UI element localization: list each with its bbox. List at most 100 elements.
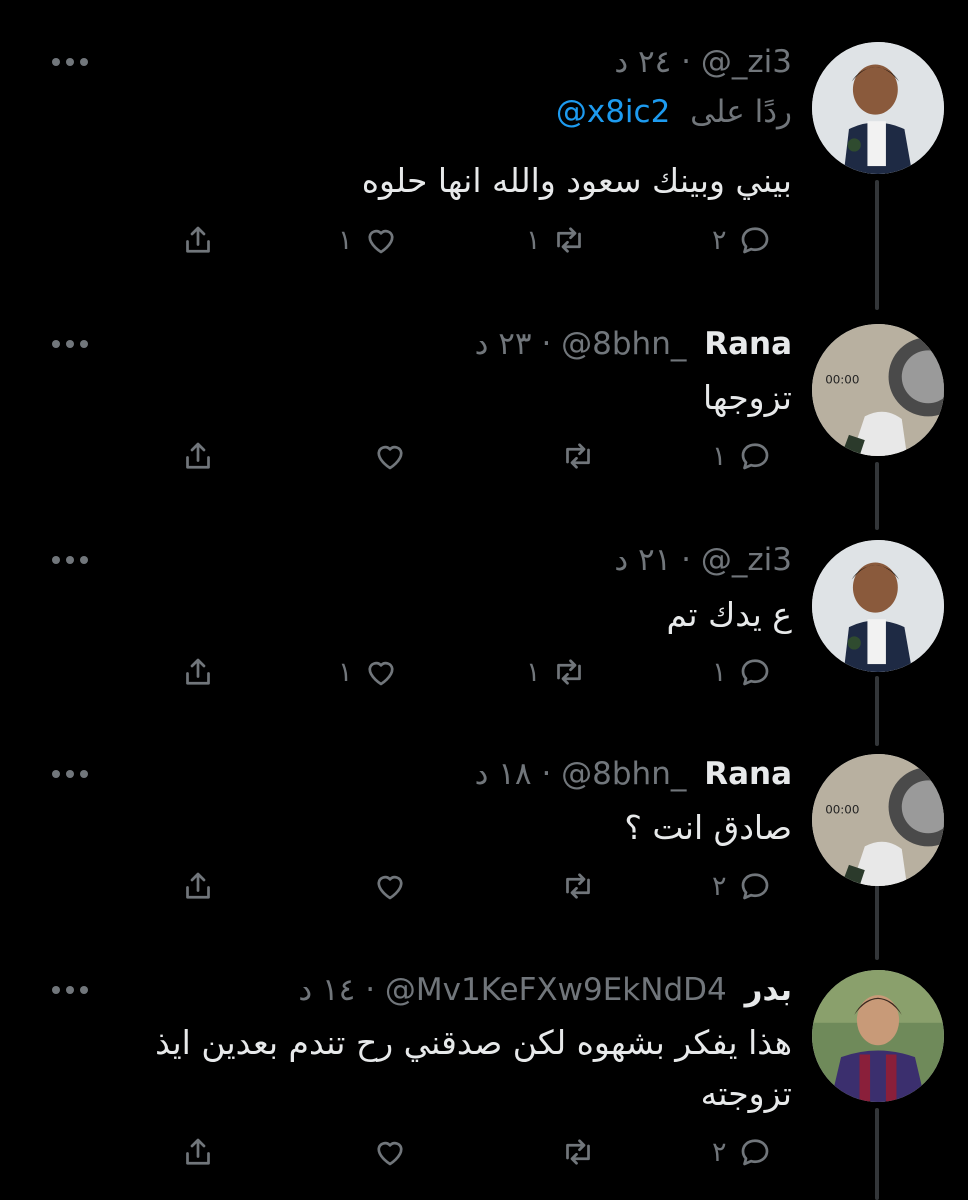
reply-icon: [741, 873, 768, 900]
timestamp[interactable]: ٢٤ د: [614, 44, 671, 80]
tweet[interactable]: @_zi3 · ٢١ د ع يدك تم ١ ١ ١: [0, 530, 968, 746]
reply-icon: [741, 1139, 768, 1166]
user-handle[interactable]: @8bhn_: [561, 326, 686, 362]
reply-count: ٢: [712, 870, 727, 902]
tweet-actions: ١ ١ ١: [0, 650, 968, 694]
share-icon: [186, 658, 210, 685]
reply-count: ١: [712, 440, 727, 472]
user-name[interactable]: Rana: [704, 326, 792, 362]
tweet[interactable]: 00:00 Rana @8bhn_ · ١٨ د صادق انت ؟ ٢: [0, 746, 968, 960]
retweet-icon: [566, 873, 590, 899]
tweet-header: Rana @8bhn_ · ١٨ د: [475, 752, 792, 796]
reply-count: ٢: [712, 224, 727, 256]
tweet[interactable]: 00:00 Rana @8bhn_ · ٢٣ د تزوجها ١: [0, 300, 968, 530]
timestamp[interactable]: ١٨ د: [475, 756, 532, 792]
like-button[interactable]: [372, 1130, 408, 1174]
user-name[interactable]: Rana: [704, 756, 792, 792]
retweet-count: ١: [526, 224, 541, 256]
timestamp[interactable]: ٢١ د: [614, 542, 671, 578]
more-options-icon[interactable]: [52, 983, 88, 997]
reply-button[interactable]: ١: [712, 650, 773, 694]
like-count: ١: [338, 656, 353, 688]
like-button[interactable]: ١: [338, 218, 399, 262]
reply-icon: [741, 443, 768, 470]
separator: ·: [365, 972, 376, 1008]
share-button[interactable]: [180, 1130, 216, 1174]
tweet-header: @_zi3 · ٢٤ د: [614, 40, 792, 84]
reply-count: ١: [712, 656, 727, 688]
avatar-timer: 00:00: [825, 372, 859, 386]
heart-icon: [367, 661, 394, 686]
more-options-icon[interactable]: [52, 553, 88, 567]
heart-icon: [377, 875, 403, 900]
retweet-button[interactable]: [560, 864, 596, 908]
reply-button[interactable]: ٢: [712, 1130, 773, 1174]
tweet-actions: ٢: [0, 1130, 968, 1174]
retweet-button[interactable]: ١: [526, 218, 587, 262]
timestamp[interactable]: ٢٣ د: [475, 326, 532, 362]
retweet-button[interactable]: ١: [526, 650, 587, 694]
retweet-button[interactable]: [560, 434, 596, 478]
share-button[interactable]: [180, 434, 216, 478]
share-icon: [186, 1138, 210, 1165]
tweet-text: صادق انت ؟: [624, 808, 792, 847]
like-button[interactable]: ١: [338, 650, 399, 694]
boy-avatar: [812, 42, 944, 174]
user-handle[interactable]: @Mv1KeFXw9EkNdD4: [385, 972, 727, 1008]
reply-to-label: ردًا على: [690, 94, 792, 130]
share-button[interactable]: [180, 218, 216, 262]
tweet-text: تزوجها: [703, 378, 792, 417]
tweet-text: هذا يفكر بشهوه لكن صدقني رح تندم بعدين ا…: [155, 1023, 792, 1113]
avatar[interactable]: [812, 970, 944, 1102]
share-icon: [186, 872, 210, 899]
like-button[interactable]: [372, 434, 408, 478]
share-button[interactable]: [180, 650, 216, 694]
like-button[interactable]: [372, 864, 408, 908]
share-button[interactable]: [180, 864, 216, 908]
reply-button[interactable]: ١: [712, 434, 773, 478]
tweet-actions: ٢: [0, 864, 968, 908]
reply-button[interactable]: ٢: [712, 218, 773, 262]
heart-icon: [377, 445, 403, 470]
user-handle[interactable]: @_zi3: [701, 44, 792, 80]
more-options-icon[interactable]: [52, 55, 88, 69]
reply-to-line: ردًا على @x8ic2: [556, 94, 792, 130]
retweet-count: ١: [526, 656, 541, 688]
avatar[interactable]: [812, 42, 944, 174]
reply-mention-link[interactable]: @x8ic2: [556, 94, 670, 130]
tweet-header: بدر @Mv1KeFXw9EkNdD4 · ١٤ د: [298, 968, 792, 1012]
reply-icon: [741, 659, 768, 686]
heart-icon: [367, 229, 394, 254]
user-handle[interactable]: @_zi3: [701, 542, 792, 578]
retweet-icon: [566, 1139, 590, 1165]
user-name[interactable]: بدر: [745, 972, 792, 1008]
retweet-icon: [556, 227, 581, 253]
tweet-actions: ٢ ١ ١: [0, 218, 968, 262]
like-count: ١: [338, 224, 353, 256]
share-icon: [186, 442, 210, 469]
retweet-icon: [566, 443, 590, 469]
football-player-avatar: [812, 970, 944, 1102]
more-options-icon[interactable]: [52, 767, 88, 781]
reply-count: ٢: [712, 1136, 727, 1168]
reply-button[interactable]: ٢: [712, 864, 773, 908]
retweet-button[interactable]: [560, 1130, 596, 1174]
separator: ·: [681, 542, 692, 578]
heart-icon: [377, 1141, 403, 1166]
retweet-icon: [556, 659, 581, 685]
tweet-header: Rana @8bhn_ · ٢٣ د: [475, 322, 792, 366]
tweet[interactable]: بدر @Mv1KeFXw9EkNdD4 · ١٤ د هذا يفكر بشه…: [0, 960, 968, 1200]
avatar-timer: 00:00: [825, 802, 859, 816]
reply-icon: [741, 227, 768, 254]
separator: ·: [541, 756, 552, 792]
user-handle[interactable]: @8bhn_: [561, 756, 686, 792]
tweet-text: بيني وبينك سعود والله انها حلوه: [361, 161, 792, 200]
tweet-actions: ١: [0, 434, 968, 478]
more-options-icon[interactable]: [52, 337, 88, 351]
separator: ·: [541, 326, 552, 362]
timestamp[interactable]: ١٤ د: [298, 972, 355, 1008]
tweet-text: ع يدك تم: [666, 595, 792, 634]
separator: ·: [681, 44, 692, 80]
tweet-header: @_zi3 · ٢١ د: [614, 538, 792, 582]
tweet[interactable]: @_zi3 · ٢٤ د ردًا على @x8ic2 بيني وبينك …: [0, 0, 968, 300]
